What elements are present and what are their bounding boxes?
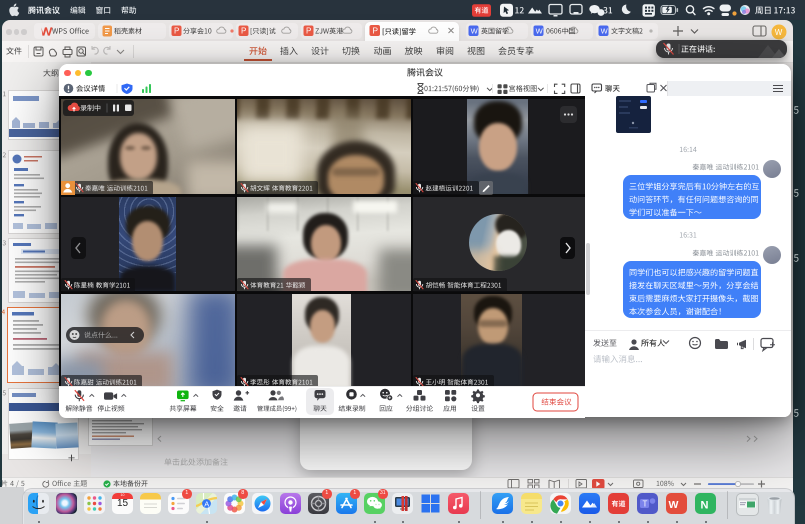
svg-text:T: T xyxy=(643,500,648,509)
svg-text:P: P xyxy=(174,27,179,36)
svg-text:W: W xyxy=(536,26,544,35)
svg-text:N: N xyxy=(701,500,709,512)
svg-text:P: P xyxy=(306,27,311,36)
svg-text:P: P xyxy=(372,25,378,35)
svg-text:W: W xyxy=(471,26,479,35)
svg-text:A: A xyxy=(204,500,209,509)
svg-text:W: W xyxy=(669,499,679,511)
svg-text:W: W xyxy=(601,26,609,35)
svg-text:W: W xyxy=(775,28,783,37)
svg-text:P: P xyxy=(241,27,246,36)
